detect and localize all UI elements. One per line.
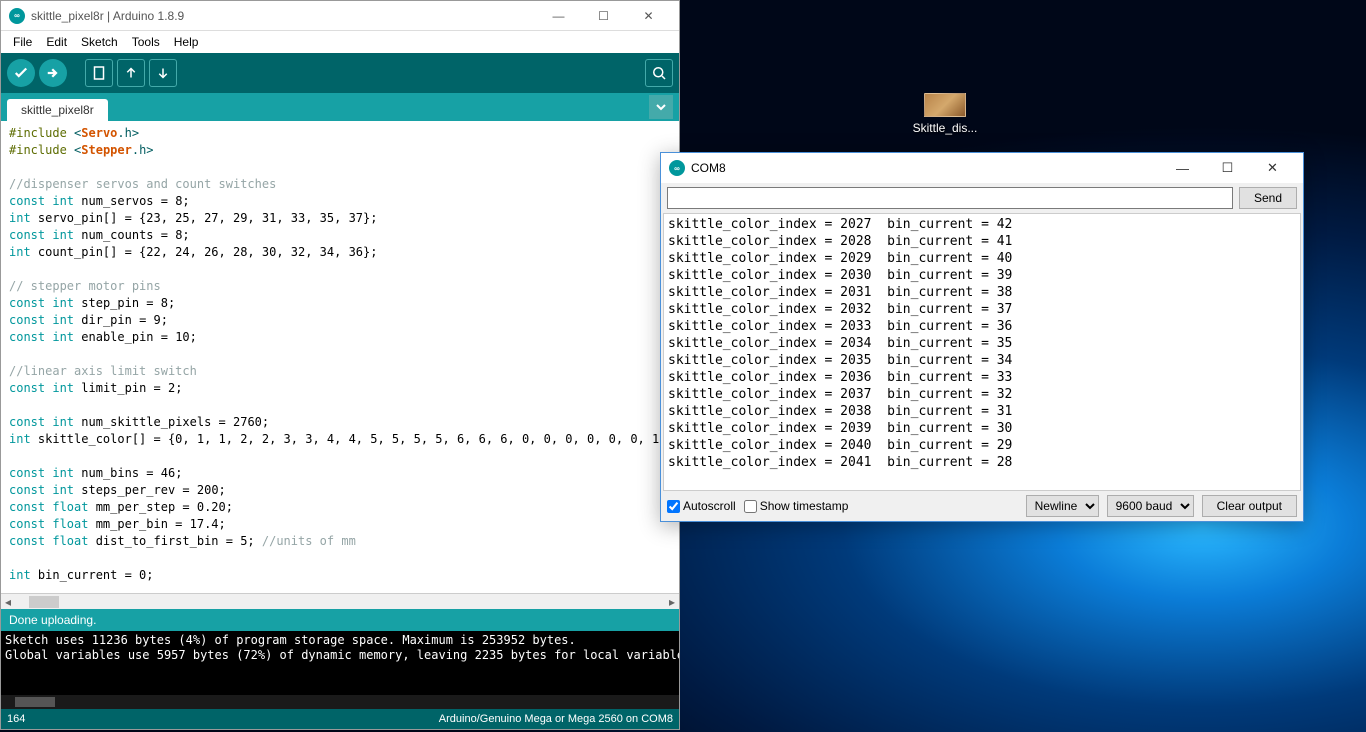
maximize-button[interactable]: ☐ (1205, 154, 1250, 182)
ide-footer: 164 Arduino/Genuino Mega or Mega 2560 on… (1, 709, 679, 729)
autoscroll-checkbox[interactable]: Autoscroll (667, 499, 736, 513)
arduino-logo-icon: ∞ (9, 8, 25, 24)
send-button[interactable]: Send (1239, 187, 1297, 209)
new-button[interactable] (85, 59, 113, 87)
serial-titlebar[interactable]: ∞ COM8 — ☐ ✕ (661, 153, 1303, 183)
arduino-logo-icon: ∞ (669, 160, 685, 176)
open-button[interactable] (117, 59, 145, 87)
serial-title: COM8 (691, 161, 726, 175)
minimize-button[interactable]: — (1160, 154, 1205, 182)
ide-menubar: File Edit Sketch Tools Help (1, 31, 679, 53)
ide-tab[interactable]: skittle_pixel8r (7, 99, 108, 121)
ide-status-bar: Done uploading. (1, 609, 679, 631)
save-button[interactable] (149, 59, 177, 87)
serial-monitor-button[interactable] (645, 59, 673, 87)
serial-output[interactable]: skittle_color_index = 2027 bin_current =… (663, 213, 1301, 491)
serial-input[interactable] (667, 187, 1233, 209)
ide-console[interactable]: Sketch uses 11236 bytes (4%) of program … (1, 631, 679, 695)
board-port-label: Arduino/Genuino Mega or Mega 2560 on COM… (439, 713, 673, 725)
ide-titlebar[interactable]: ∞ skittle_pixel8r | Arduino 1.8.9 — ☐ ✕ (1, 1, 679, 31)
tab-menu-button[interactable] (649, 95, 673, 119)
status-text: Done uploading. (9, 613, 96, 627)
desktop-icon-label: Skittle_dis... (913, 121, 978, 135)
serial-footer: Autoscroll Show timestamp Newline 9600 b… (661, 491, 1303, 521)
serial-input-row: Send (661, 183, 1303, 213)
timestamp-checkbox[interactable]: Show timestamp (744, 499, 849, 513)
code-editor[interactable]: #include <Servo.h> #include <Stepper.h> … (1, 121, 679, 593)
menu-sketch[interactable]: Sketch (75, 33, 124, 51)
desktop-icon[interactable]: Skittle_dis... (908, 93, 982, 135)
clear-output-button[interactable]: Clear output (1202, 495, 1297, 517)
close-button[interactable]: ✕ (626, 2, 671, 30)
maximize-button[interactable]: ☐ (581, 2, 626, 30)
baud-select[interactable]: 9600 baud (1107, 495, 1194, 517)
console-hscrollbar[interactable] (1, 695, 679, 709)
menu-file[interactable]: File (7, 33, 38, 51)
minimize-button[interactable]: — (536, 2, 581, 30)
close-button[interactable]: ✕ (1250, 154, 1295, 182)
verify-button[interactable] (7, 59, 35, 87)
line-number: 164 (7, 713, 25, 725)
ide-toolbar (1, 53, 679, 93)
upload-button[interactable] (39, 59, 67, 87)
autoscroll-input[interactable] (667, 500, 680, 513)
file-icon (924, 93, 966, 117)
ide-tabs: skittle_pixel8r (1, 93, 679, 121)
menu-tools[interactable]: Tools (126, 33, 166, 51)
menu-edit[interactable]: Edit (40, 33, 73, 51)
ide-window-title: skittle_pixel8r | Arduino 1.8.9 (31, 9, 184, 23)
serial-monitor-window: ∞ COM8 — ☐ ✕ Send skittle_color_index = … (660, 152, 1304, 522)
line-ending-select[interactable]: Newline (1026, 495, 1099, 517)
editor-hscrollbar[interactable]: ◂▸ (1, 593, 679, 609)
arduino-ide-window: ∞ skittle_pixel8r | Arduino 1.8.9 — ☐ ✕ … (0, 0, 680, 730)
menu-help[interactable]: Help (168, 33, 205, 51)
timestamp-input[interactable] (744, 500, 757, 513)
